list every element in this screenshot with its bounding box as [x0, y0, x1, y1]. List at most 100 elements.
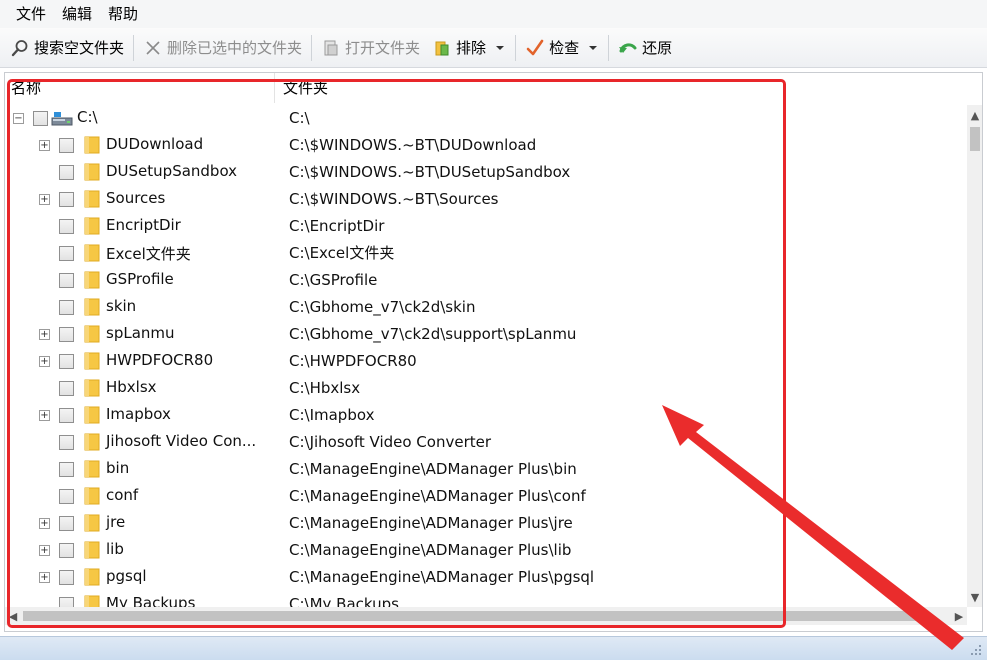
check-dropdown-arrow[interactable] [585, 33, 601, 63]
restore-button[interactable]: 还原 [612, 33, 678, 63]
tree-row[interactable]: Excel文件夹 C:\Excel文件夹 [5, 240, 967, 267]
folder-icon [84, 514, 100, 532]
name-cell: − C:\ [5, 105, 283, 132]
delete-x-icon [143, 38, 163, 58]
resize-grip-icon[interactable] [969, 643, 983, 657]
vertical-scroll-thumb[interactable] [970, 127, 980, 151]
delete-selected-button[interactable]: 删除已选中的文件夹 [137, 33, 308, 63]
open-folder-icon [321, 38, 341, 58]
row-name: C:\ [77, 108, 98, 126]
expand-icon[interactable]: + [39, 194, 50, 205]
toolbar-separator [608, 34, 610, 61]
row-checkbox[interactable] [59, 138, 74, 153]
tree-row[interactable]: + DUDownload C:\$WINDOWS.~BT\DUDownload [5, 132, 967, 159]
folder-icon [84, 352, 100, 370]
tree-row[interactable]: My Backups C:\My Backups [5, 591, 967, 607]
tree-row[interactable]: − C:\ C:\ [5, 105, 967, 132]
folder-icon [84, 568, 100, 586]
tree-row[interactable]: Jihosoft Video Con... C:\Jihosoft Video C… [5, 429, 967, 456]
row-folder-path: C:\ManageEngine\ADManager Plus\bin [289, 460, 577, 478]
row-name: spLanmu [106, 324, 175, 342]
horizontal-scrollbar[interactable]: ◀ ▶ [5, 607, 967, 625]
row-checkbox[interactable] [59, 543, 74, 558]
tree-row[interactable]: GSProfile C:\GSProfile [5, 267, 967, 294]
row-checkbox[interactable] [59, 597, 74, 607]
expand-icon[interactable]: + [39, 356, 50, 367]
folder-icon [84, 271, 100, 289]
menu-bar: 文件 编辑 帮助 [0, 0, 987, 28]
name-cell: + pgsql [5, 564, 283, 591]
row-checkbox[interactable] [59, 192, 74, 207]
chevron-down-icon [589, 45, 598, 50]
row-folder-path: C:\$WINDOWS.~BT\Sources [289, 190, 499, 208]
name-cell: bin [5, 456, 283, 483]
row-checkbox[interactable] [59, 570, 74, 585]
row-checkbox[interactable] [59, 489, 74, 504]
row-checkbox[interactable] [59, 165, 74, 180]
row-folder-path: C:\Hbxlsx [289, 379, 361, 397]
expand-icon[interactable]: + [39, 572, 50, 583]
row-checkbox[interactable] [59, 246, 74, 261]
tree-row[interactable]: EncriptDir C:\EncriptDir [5, 213, 967, 240]
expand-icon[interactable]: + [39, 329, 50, 340]
tree-row[interactable]: + Imapbox C:\Imapbox [5, 402, 967, 429]
check-button-label: 检查 [549, 39, 580, 57]
folder-icon [84, 325, 100, 343]
row-checkbox[interactable] [59, 273, 74, 288]
scroll-left-arrow[interactable]: ◀ [5, 607, 21, 625]
row-checkbox[interactable] [59, 516, 74, 531]
restore-button-label: 还原 [642, 39, 673, 57]
expand-icon[interactable]: + [39, 545, 50, 556]
exclude-button[interactable]: 排除 [426, 33, 492, 63]
row-checkbox[interactable] [59, 219, 74, 234]
row-checkbox[interactable] [33, 111, 48, 126]
expand-icon[interactable]: + [39, 410, 50, 421]
name-cell: Jihosoft Video Con... [5, 429, 283, 456]
folder-tree-list[interactable]: 名称 文件夹 − C:\ C:\ + DUDownload C:\$WINDOWS.~BT… [4, 72, 983, 632]
column-header-folder[interactable]: 文件夹 [275, 73, 328, 103]
tree-row[interactable]: + spLanmu C:\Gbhome_v7\ck2d\support\spLanm… [5, 321, 967, 348]
exclude-dropdown-arrow[interactable] [492, 33, 508, 63]
row-checkbox[interactable] [59, 300, 74, 315]
row-checkbox[interactable] [59, 354, 74, 369]
row-checkbox[interactable] [59, 327, 74, 342]
tree-row[interactable]: + Sources C:\$WINDOWS.~BT\Sources [5, 186, 967, 213]
column-header-name[interactable]: 名称 [5, 73, 275, 103]
row-folder-path: C:\$WINDOWS.~BT\DUSetupSandbox [289, 163, 571, 181]
scroll-right-arrow[interactable]: ▶ [951, 607, 967, 625]
tree-row[interactable]: skin C:\Gbhome_v7\ck2d\skin [5, 294, 967, 321]
exclude-icon [432, 38, 452, 58]
row-checkbox[interactable] [59, 462, 74, 477]
collapse-icon[interactable]: − [13, 113, 24, 124]
row-folder-path: C:\$WINDOWS.~BT\DUDownload [289, 136, 537, 154]
folder-icon [84, 541, 100, 559]
tree-row[interactable]: + jre C:\ManageEngine\ADManager Plus\jre [5, 510, 967, 537]
expand-icon[interactable]: + [39, 140, 50, 151]
expand-icon[interactable]: + [39, 518, 50, 529]
folder-icon [84, 217, 100, 235]
tree-row[interactable]: conf C:\ManageEngine\ADManager Plus\conf [5, 483, 967, 510]
scroll-down-arrow[interactable]: ▼ [967, 589, 982, 605]
tree-row[interactable]: + HWPDFOCR80 C:\HWPDFOCR80 [5, 348, 967, 375]
row-checkbox[interactable] [59, 435, 74, 450]
check-button[interactable]: 检查 [519, 33, 585, 63]
vertical-scrollbar[interactable]: ▲ ▼ [967, 105, 982, 607]
menu-file[interactable]: 文件 [8, 0, 54, 28]
row-checkbox[interactable] [59, 381, 74, 396]
tree-row[interactable]: bin C:\ManageEngine\ADManager Plus\bin [5, 456, 967, 483]
row-checkbox[interactable] [59, 408, 74, 423]
tree-row[interactable]: + pgsql C:\ManageEngine\ADManager Plus\pgs… [5, 564, 967, 591]
menu-edit[interactable]: 编辑 [54, 0, 100, 28]
tree-row[interactable]: DUSetupSandbox C:\$WINDOWS.~BT\DUSetupSan… [5, 159, 967, 186]
open-folder-button[interactable]: 打开文件夹 [315, 33, 426, 63]
folder-icon [84, 460, 100, 478]
tree-row[interactable]: Hbxlsx C:\Hbxlsx [5, 375, 967, 402]
scroll-up-arrow[interactable]: ▲ [967, 107, 982, 123]
name-cell: My Backups [5, 591, 283, 607]
search-empty-folders-button[interactable]: 搜索空文件夹 [4, 33, 130, 63]
horizontal-scroll-thumb[interactable] [23, 611, 923, 621]
tree-row[interactable]: + lib C:\ManageEngine\ADManager Plus\lib [5, 537, 967, 564]
folder-icon [84, 298, 100, 316]
menu-help[interactable]: 帮助 [100, 0, 146, 28]
row-folder-path: C:\ManageEngine\ADManager Plus\conf [289, 487, 586, 505]
